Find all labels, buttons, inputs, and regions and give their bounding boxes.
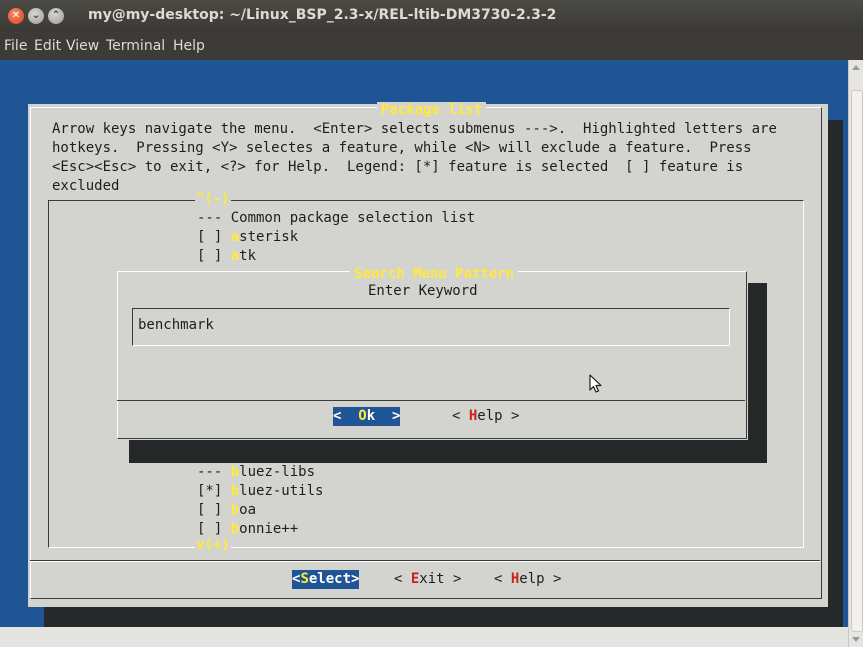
item-label: luez-utils	[239, 483, 324, 499]
window-titlebar: ✕ ⌄ ⌃ my@my-desktop: ~/Linux_BSP_2.3-x/R…	[0, 0, 863, 32]
list-item[interactable]: [*] bluez-utils	[197, 482, 323, 501]
btn-pre: <	[394, 571, 411, 587]
list-item[interactable]: [ ] boa	[197, 501, 256, 520]
scroll-up-marker: ^(-)	[195, 191, 231, 207]
ok-button[interactable]: < Ok >	[333, 407, 401, 426]
help-text: Arrow keys navigate the menu. <Enter> se…	[52, 120, 777, 196]
dialog-title: Package list	[377, 102, 487, 118]
scrollbar-thumb[interactable]	[851, 90, 863, 632]
terminal-bottom-strip	[0, 627, 848, 647]
help-line: excluded	[52, 178, 120, 194]
list-item[interactable]: [ ] asterisk	[197, 228, 298, 247]
item-hotkey: a	[230, 248, 240, 264]
menu-edit[interactable]: Edit	[34, 38, 61, 54]
item-hotkey: b	[230, 483, 240, 499]
select-button[interactable]: <Select>	[292, 570, 360, 589]
minimize-window-button[interactable]: ⌄	[28, 8, 44, 24]
btn-post: elect>	[308, 571, 360, 587]
menu-view[interactable]: View	[66, 38, 99, 54]
btn-pre: <	[452, 408, 469, 424]
btn-pre: <	[494, 571, 511, 587]
item-prefix: [ ]	[197, 229, 231, 245]
scroll-up-arrow-icon[interactable]	[852, 65, 860, 70]
btn-post: elp >	[519, 571, 562, 587]
search-dialog: Search Menu Pattern Enter Keyword benchm…	[116, 266, 748, 440]
exit-button[interactable]: < Exit >	[394, 570, 461, 589]
item-prefix: [*]	[197, 483, 231, 499]
menu-terminal[interactable]: Terminal	[106, 38, 165, 54]
item-label: tk	[239, 248, 257, 264]
close-window-button[interactable]: ✕	[8, 8, 24, 24]
item-prefix: [ ]	[197, 248, 231, 264]
search-keyword-value: benchmark	[138, 317, 214, 333]
btn-post: elp >	[477, 408, 520, 424]
item-hotkey: a	[230, 229, 240, 245]
btn-post: k >	[366, 408, 401, 424]
item-label: onnie++	[239, 521, 299, 537]
window-title: my@my-desktop: ~/Linux_BSP_2.3-x/REL-lti…	[88, 7, 557, 23]
help-line: hotkeys. Pressing <Y> selectes a feature…	[52, 140, 752, 156]
item-hotkey: b	[230, 502, 240, 518]
search-keyword-input[interactable]: benchmark	[132, 308, 730, 346]
item-prefix: ---	[197, 210, 231, 226]
button-separator-highlight	[30, 561, 820, 562]
search-keyword-label: Enter Keyword	[368, 283, 478, 299]
search-button-separator	[117, 400, 745, 401]
btn-post: xit >	[419, 571, 462, 587]
btn-pre: <	[333, 408, 359, 424]
menu-file[interactable]: File	[4, 38, 27, 54]
list-item[interactable]: --- Common package selection list	[197, 209, 475, 228]
item-label: oa	[239, 502, 257, 518]
search-help-button[interactable]: < Help >	[452, 407, 519, 426]
item-label: Common package selection list	[230, 210, 476, 226]
scroll-down-marker: v(+)	[195, 537, 231, 553]
item-prefix: [ ]	[197, 502, 231, 518]
item-hotkey: b	[230, 521, 240, 537]
btn-hotkey: S	[300, 571, 309, 587]
item-hotkey: b	[230, 464, 240, 480]
item-prefix: ---	[197, 464, 231, 480]
menu-help[interactable]: Help	[173, 38, 205, 54]
item-label: sterisk	[239, 229, 299, 245]
item-label: luez-libs	[239, 464, 316, 480]
help-line: Arrow keys navigate the menu. <Enter> se…	[52, 121, 777, 137]
btn-hotkey: O	[358, 408, 367, 424]
list-item[interactable]: [ ] atk	[197, 247, 256, 266]
search-dialog-title: Search Menu Pattern	[350, 266, 519, 282]
help-line: <Esc><Esc> to exit, <?> for Help. Legend…	[52, 159, 744, 175]
terminal-scrollbar[interactable]	[848, 60, 863, 647]
help-button[interactable]: < Help >	[494, 570, 561, 589]
menubar: File Edit View Terminal Help	[0, 32, 863, 60]
maximize-window-button[interactable]: ⌃	[48, 8, 64, 24]
mouse-pointer-icon	[589, 374, 602, 393]
list-item[interactable]: --- bluez-libs	[197, 463, 315, 482]
item-prefix: [ ]	[197, 521, 231, 537]
scroll-down-arrow-icon[interactable]	[852, 637, 860, 642]
